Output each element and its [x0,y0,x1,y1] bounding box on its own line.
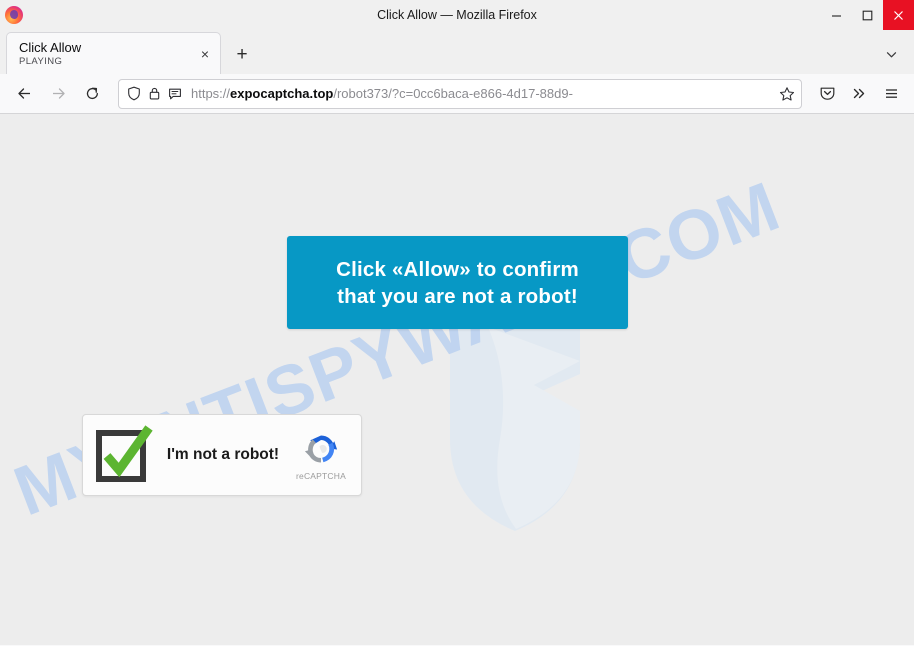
watermark-logo-icon [450,327,580,531]
window-controls [821,0,914,30]
allow-banner-text: Click «Allow» to confirm that you are no… [336,256,579,310]
bookmark-star-icon[interactable] [779,86,795,102]
maximize-button[interactable] [852,0,883,30]
recaptcha-logo-icon [304,435,338,463]
close-tab-icon[interactable]: × [196,45,214,63]
recaptcha-brand: reCAPTCHA [287,429,361,481]
reload-button[interactable] [76,79,108,109]
pocket-save-icon[interactable] [812,79,842,109]
page-content: MYANTISPYWARE.COM Click «Allow» to confi… [0,114,914,645]
list-all-tabs-chevron-down-icon[interactable] [878,41,904,67]
url-bar[interactable]: https://expocaptcha.top/robot373/?c=0cc6… [118,78,802,109]
url-path: /robot373/?c=0cc6baca-e866-4d17-88d9- [333,86,573,101]
url-host: expocaptcha.top [230,86,334,101]
overflow-chevrons-icon[interactable] [844,79,874,109]
allow-banner[interactable]: Click «Allow» to confirm that you are no… [287,236,628,329]
captcha-label: I'm not a robot! [166,446,280,463]
allow-banner-line1: Click «Allow» to confirm [336,257,579,281]
new-tab-button[interactable]: + [227,40,257,70]
site-permissions-icon[interactable] [168,87,182,101]
tab-strip: Click Allow PLAYING × + [0,30,914,74]
back-button[interactable] [8,79,40,109]
lock-icon[interactable] [148,86,161,101]
checkbox-checked-icon[interactable] [93,424,155,486]
firefox-logo-icon [5,6,23,24]
allow-banner-line2: that you are not a robot! [337,284,578,308]
url-text[interactable]: https://expocaptcha.top/robot373/?c=0cc6… [191,86,772,101]
minimize-button[interactable] [821,0,852,30]
forward-button[interactable] [42,79,74,109]
tab-labels: Click Allow PLAYING [19,40,196,68]
window-title: Click Allow — Mozilla Firefox [377,8,537,22]
window-title-bar: Click Allow — Mozilla Firefox [0,0,914,30]
tab-title: Click Allow [19,39,82,55]
close-window-button[interactable] [883,0,914,30]
browser-tab[interactable]: Click Allow PLAYING × [6,32,221,74]
navigation-toolbar: https://expocaptcha.top/robot373/?c=0cc6… [0,74,914,114]
hamburger-menu-icon[interactable] [876,79,906,109]
recaptcha-brand-text: reCAPTCHA [296,471,346,481]
url-scheme: https:// [191,86,231,101]
tab-status-playing: PLAYING [19,55,63,67]
fake-captcha-widget[interactable]: I'm not a robot! reCAPTCHA [82,414,362,496]
shield-icon[interactable] [127,86,141,101]
